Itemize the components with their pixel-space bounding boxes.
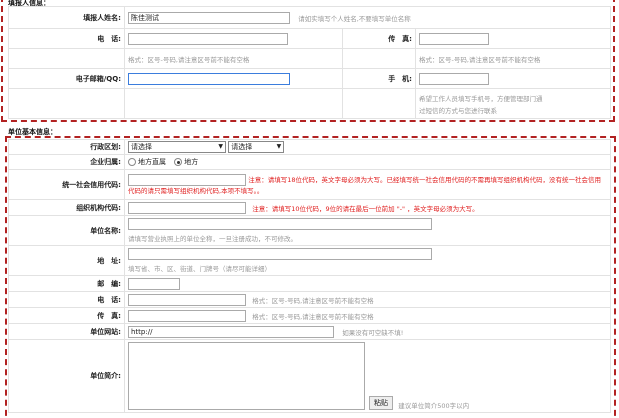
website-row: 单位网站: 如果没有可空缺不填! xyxy=(8,323,611,340)
org-input[interactable] xyxy=(128,201,246,214)
intro-hint: 建议单位简介500字以内 xyxy=(398,402,470,410)
unit-name-hint: 请填写营业执照上的单位全称，一旦注册成功，不可修改。 xyxy=(128,235,297,243)
contact-email-row: 电子邮箱/QQ: 手 机: xyxy=(8,68,612,89)
website-label: 单位网站: xyxy=(8,323,125,340)
unit-fax-input[interactable] xyxy=(128,309,246,322)
chevron-down-icon: ▼ xyxy=(218,143,223,150)
unit-fax-label: 传 真: xyxy=(8,307,125,324)
contact-form-table: 填报人姓名: 请如实填写个人姓名,不要填写单位名称 电 话: 传 真: 格式：区… xyxy=(8,6,612,119)
contact-name-hint: 请如实填写个人姓名,不要填写单位名称 xyxy=(298,14,411,23)
website-hint: 如果没有可空缺不填! xyxy=(342,328,404,337)
contact-format-row: 格式：区号-号码,请注意区号前不能有空格 格式：区号-号码,请注意区号前不能有空… xyxy=(8,48,612,69)
postcode-input[interactable] xyxy=(128,277,180,290)
unit-name-label: 单位名称: xyxy=(8,215,125,246)
contact-mobile-label: 手 机: xyxy=(342,68,416,89)
contact-mobile-hint-2: 过短信的方式与您进行联系 xyxy=(419,106,497,115)
address-hint: 填写省、市、区、街道、门牌号（请尽可能详细） xyxy=(128,265,271,273)
intro-textarea[interactable] xyxy=(128,342,365,410)
website-input[interactable] xyxy=(128,325,334,338)
intro-label: 单位简介: xyxy=(8,339,125,413)
contact-fax-label: 传 真: xyxy=(342,28,416,49)
contact-phone-input[interactable] xyxy=(128,32,288,45)
unit-name-input[interactable] xyxy=(128,218,432,230)
credit-label: 统一社会信用代码: xyxy=(8,169,125,200)
credit-row: 统一社会信用代码: 注意：请填写18位代码，英文字母必须为大写。已经填写统一社会… xyxy=(8,169,611,200)
ownership-label: 企业归属: xyxy=(8,154,125,170)
address-row: 地 址: 填写省、市、区、街道、门牌号（请尽可能详细） xyxy=(8,245,611,276)
postcode-row: 邮 编: xyxy=(8,275,611,292)
unit-phone-label: 电 话: xyxy=(8,291,125,308)
postcode-label: 邮 编: xyxy=(8,275,125,292)
unit-fax-hint: 格式：区号-号码,请注意区号前不能有空格 xyxy=(252,312,374,321)
intro-row: 单位简介: 粘贴 建议单位简介500字以内 xyxy=(8,339,611,413)
address-label: 地 址: xyxy=(8,245,125,276)
contact-name-input[interactable] xyxy=(128,11,290,24)
ownership-radio-1[interactable] xyxy=(128,158,136,166)
unit-fax-row: 传 真: 格式：区号-号码,请注意区号前不能有空格 xyxy=(8,307,611,324)
unit-section-title: 单位基本信息： xyxy=(8,128,57,136)
contact-phone-row: 电 话: 传 真: xyxy=(8,28,612,49)
contact-phone-hint: 格式：区号-号码,请注意区号前不能有空格 xyxy=(128,55,250,64)
ownership-row: 企业归属: 地方直属 地方 xyxy=(8,154,611,170)
contact-fax-input[interactable] xyxy=(419,32,489,45)
unit-phone-input[interactable] xyxy=(128,293,246,306)
credit-input[interactable] xyxy=(128,173,246,186)
contact-email-label: 电子邮箱/QQ: xyxy=(8,68,125,89)
region-row: 行政区划: 请选择 ▼ 请选择 ▼ xyxy=(8,139,611,155)
unit-name-row: 单位名称: 请填写营业执照上的单位全称，一旦注册成功，不可修改。 xyxy=(8,215,611,246)
contact-mobile-hint-1: 希望工作人员填写手机号，方便管理部门通 xyxy=(419,94,543,103)
address-input[interactable] xyxy=(128,248,432,260)
ownership-opt-1-label: 地方直属 xyxy=(138,158,166,166)
unit-form-table: 行政区划: 请选择 ▼ 请选择 ▼ 企业归属: 地方直属 地方 统一社会信用代码: … xyxy=(8,139,611,413)
region-select-1[interactable]: 请选择 ▼ xyxy=(128,141,226,153)
contact-phone-label: 电 话: xyxy=(8,28,125,49)
contact-email-input[interactable] xyxy=(128,72,290,85)
ownership-radio-2[interactable] xyxy=(174,158,183,166)
contact-fax-hint: 格式：区号-号码,请注意区号前不能有空格 xyxy=(419,55,541,64)
region-select-2[interactable]: 请选择 ▼ xyxy=(228,141,285,153)
paste-button[interactable]: 粘贴 xyxy=(369,396,393,410)
contact-mobile-input[interactable] xyxy=(419,72,489,85)
contact-name-label: 填报人姓名: xyxy=(8,6,125,29)
ownership-opt-2-label: 地方 xyxy=(184,158,199,166)
region-label: 行政区划: xyxy=(8,139,125,155)
chevron-down-icon: ▼ xyxy=(276,143,282,150)
org-warning: 注意：请填写10位代码，9位的请在最后一位前加 "-" ，英文字母必须为大写。 xyxy=(252,204,479,213)
org-label: 组织机构代码: xyxy=(8,199,125,216)
contact-name-row: 填报人姓名: 请如实填写个人姓名,不要填写单位名称 xyxy=(8,6,612,29)
unit-phone-hint: 格式：区号-号码,请注意区号前不能有空格 xyxy=(252,296,374,305)
unit-phone-row: 电 话: 格式：区号-号码,请注意区号前不能有空格 xyxy=(8,291,611,308)
org-row: 组织机构代码: 注意：请填写10位代码，9位的请在最后一位前加 "-" ，英文字… xyxy=(8,199,611,216)
contact-mobile-hint-row: 希望工作人员填写手机号，方便管理部门通 过短信的方式与您进行联系 xyxy=(8,88,612,119)
